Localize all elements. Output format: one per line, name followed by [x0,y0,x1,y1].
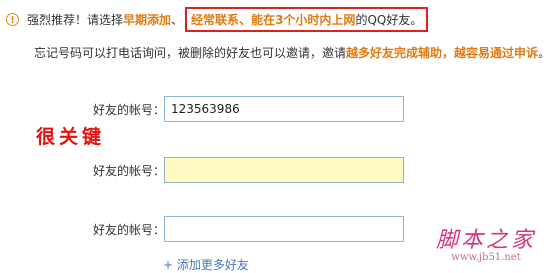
warning-icon: ! [6,12,19,26]
callout-separator: 、 [239,12,252,27]
friend-account-input-3[interactable] [164,216,404,242]
notice-lead: 强烈推荐！请选择 [27,12,124,27]
invite-hint: 忘记号码可以打电话询问，被删除的好友也可以邀请，邀请越多好友完成辅助，越容易通过… [34,44,550,61]
highlighted-callout: 经常联系 、 能在3个小时内上网 的QQ好友。 [185,6,429,32]
friend-account-input-2[interactable] [164,157,404,183]
callout-frequent-contact: 经常联系 [191,12,240,27]
notice-recommend-early-added: 早期添加 [123,12,172,27]
friend-account-row: 好友的帐号： [0,216,420,242]
invite-hint-emphasis-2: 越容易通过申诉 [454,46,539,60]
notice-separator: 、 [171,12,184,27]
invite-hint-end: 。 [538,46,550,60]
callout-online-within-3h: 能在3个小时内上网 [251,12,356,27]
friend-account-row: 好友的帐号： [0,157,420,183]
site-watermark: 脚本之家 www.jb51.net [436,222,536,263]
friend-account-label: 好友的帐号： [92,223,165,237]
invite-hint-emphasis-1: 越多好友完成辅助 [346,46,443,60]
key-annotation: 很关键 [36,126,106,148]
friend-account-input-1[interactable] [164,96,404,122]
friend-account-label: 好友的帐号： [92,103,165,117]
invite-hint-separator: ， [442,46,455,60]
friend-account-label: 好友的帐号： [92,164,165,178]
invite-hint-text: 忘记号码可以打电话询问，被删除的好友也可以邀请，邀请 [34,46,347,60]
callout-tail: 的QQ好友。 [355,12,423,27]
add-more-friends-link[interactable]: + 添加更多好友 [163,256,249,273]
friend-account-row: 好友的帐号： [0,96,420,122]
recommendation-notice: ! 强烈推荐！请选择 早期添加 、 经常联系 、 能在3个小时内上网 的QQ好友… [6,6,429,32]
watermark-title: 脚本之家 [435,228,536,253]
